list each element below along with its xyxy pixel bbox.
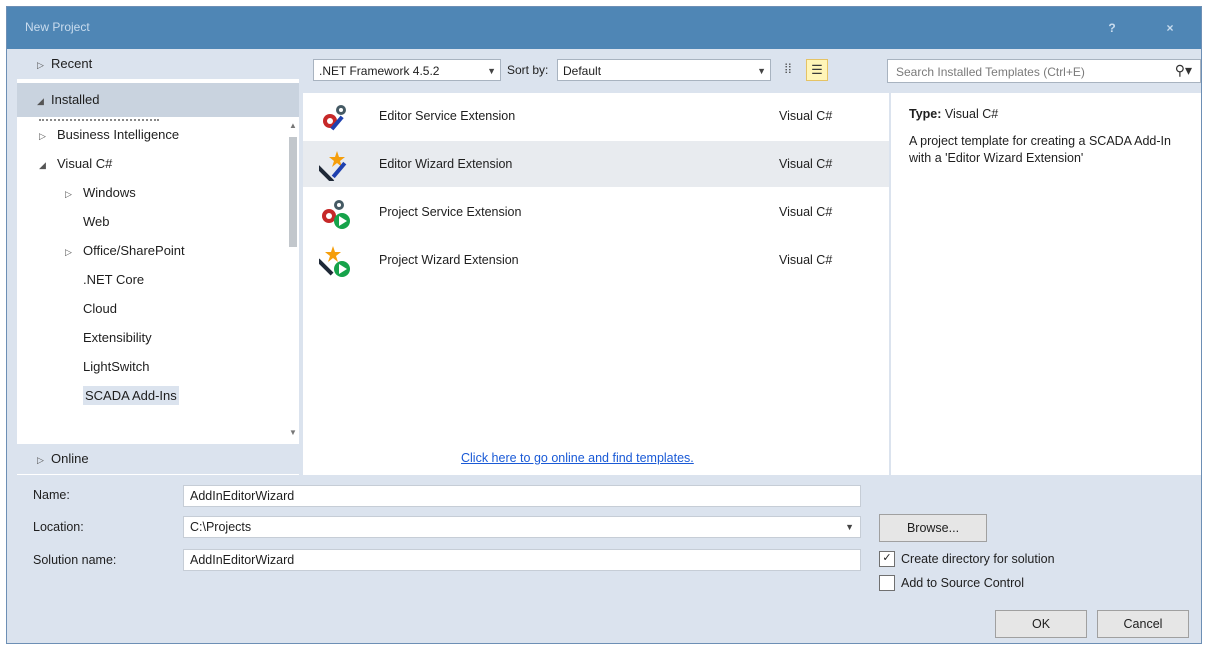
tree-item-cloud[interactable]: Cloud (83, 297, 117, 321)
project-name-field[interactable]: AddInEditorWizard (183, 485, 861, 507)
small-icons-view-icon[interactable]: ⁞⁞ (777, 59, 799, 81)
window-title: New Project (25, 20, 90, 34)
template-details: Type: Visual C# A project template for c… (891, 93, 1201, 475)
help-button[interactable]: ? (1095, 15, 1129, 41)
create-directory-checkbox[interactable]: ✓ Create directory for solution (879, 550, 1055, 568)
editor-wizard-extension-icon (319, 151, 347, 181)
expand-icon: ▷ (37, 455, 44, 465)
tree-item-extensibility[interactable]: Extensibility (83, 326, 152, 350)
project-wizard-extension-icon (319, 246, 350, 277)
ok-button[interactable]: OK (995, 610, 1087, 638)
template-type: Type: Visual C# (909, 107, 999, 121)
checkmark-icon[interactable]: ✓ (879, 550, 895, 567)
name-label: Name: (33, 488, 70, 502)
sort-select[interactable]: Default ▼ (557, 59, 771, 81)
tree-item-business-intelligence[interactable]: ▷ Business Intelligence (39, 123, 179, 147)
search-templates-input[interactable]: Search Installed Templates (Ctrl+E) ⚲▾ (887, 59, 1201, 83)
tree-scrollbar[interactable]: ▲ ▼ (287, 117, 299, 444)
dropdown-arrow-icon: ▼ (757, 66, 766, 76)
tree-item-lightswitch[interactable]: LightSwitch (83, 355, 149, 379)
template-item-editor-wizard-extension[interactable]: Editor Wizard Extension Visual C# (303, 141, 889, 187)
list-view-icon[interactable]: ☰ (806, 59, 828, 81)
nav-online[interactable]: ▷ Online (17, 444, 299, 474)
empty-checkbox-icon[interactable] (879, 574, 895, 591)
dropdown-arrow-icon: ▼ (487, 66, 496, 76)
editor-service-extension-icon (323, 105, 346, 131)
expand-icon: ▷ (39, 131, 46, 141)
solution-name-field[interactable]: AddInEditorWizard (183, 549, 861, 571)
title-bar: New Project ? × (7, 7, 1201, 49)
scroll-thumb[interactable] (289, 137, 297, 247)
template-item-editor-service-extension[interactable]: Editor Service Extension Visual C# (303, 93, 889, 139)
template-item-project-service-extension[interactable]: Project Service Extension Visual C# (303, 189, 889, 235)
tree-item-windows[interactable]: ▷ Windows (65, 181, 136, 205)
tree-item-office-sharepoint[interactable]: ▷ Office/SharePoint (65, 239, 185, 263)
tree-item-web[interactable]: Web (83, 210, 110, 234)
location-field[interactable]: C:\Projects ▼ (183, 516, 861, 538)
tree-item-scada-add-ins[interactable]: SCADA Add-Ins (83, 384, 179, 408)
expand-icon: ▷ (37, 60, 44, 70)
browse-button[interactable]: Browse... (879, 514, 987, 542)
nav-recent[interactable]: ▷ Recent (17, 49, 299, 79)
project-service-extension-icon (322, 200, 350, 229)
cancel-button[interactable]: Cancel (1097, 610, 1189, 638)
expand-icon: ▷ (65, 189, 72, 199)
new-project-dialog: New Project ? × ▷ Recent ◢ Installed ▷ Busi… (6, 6, 1202, 644)
scroll-down-icon[interactable]: ▼ (289, 428, 297, 438)
template-navigation: ▷ Recent ◢ Installed ▷ Business Intelligenc… (17, 49, 299, 475)
template-toolbar: .NET Framework 4.5.2 ▼ Sort by: Default … (303, 49, 883, 93)
tree-item-visual-csharp[interactable]: ◢ Visual C# (39, 152, 112, 176)
find-templates-online-link[interactable]: Click here to go online and find templat… (461, 451, 694, 465)
expand-icon: ▷ (65, 247, 72, 257)
search-icon[interactable]: ⚲▾ (1175, 62, 1192, 79)
location-label: Location: (33, 520, 84, 534)
close-button[interactable]: × (1153, 15, 1187, 41)
dropdown-arrow-icon[interactable]: ▼ (845, 517, 854, 537)
template-list: Editor Service Extension Visual C# Edito… (303, 93, 889, 475)
framework-select[interactable]: .NET Framework 4.5.2 ▼ (313, 59, 501, 81)
template-description: A project template for creating a SCADA … (909, 134, 1171, 165)
nav-installed[interactable]: ◢ Installed (17, 83, 299, 117)
collapse-icon: ◢ (39, 160, 46, 170)
add-source-control-checkbox[interactable]: Add to Source Control (879, 574, 1024, 592)
collapse-icon: ◢ (37, 96, 44, 106)
tree-item-net-core[interactable]: .NET Core (83, 268, 144, 292)
sort-by-label: Sort by: (507, 63, 549, 77)
template-item-project-wizard-extension[interactable]: Project Wizard Extension Visual C# (303, 237, 889, 283)
template-tree: ▷ Business Intelligence ◢ Visual C# ▷ Windo… (17, 117, 287, 444)
scroll-up-icon[interactable]: ▲ (289, 121, 297, 131)
solution-name-label: Solution name: (33, 553, 117, 567)
